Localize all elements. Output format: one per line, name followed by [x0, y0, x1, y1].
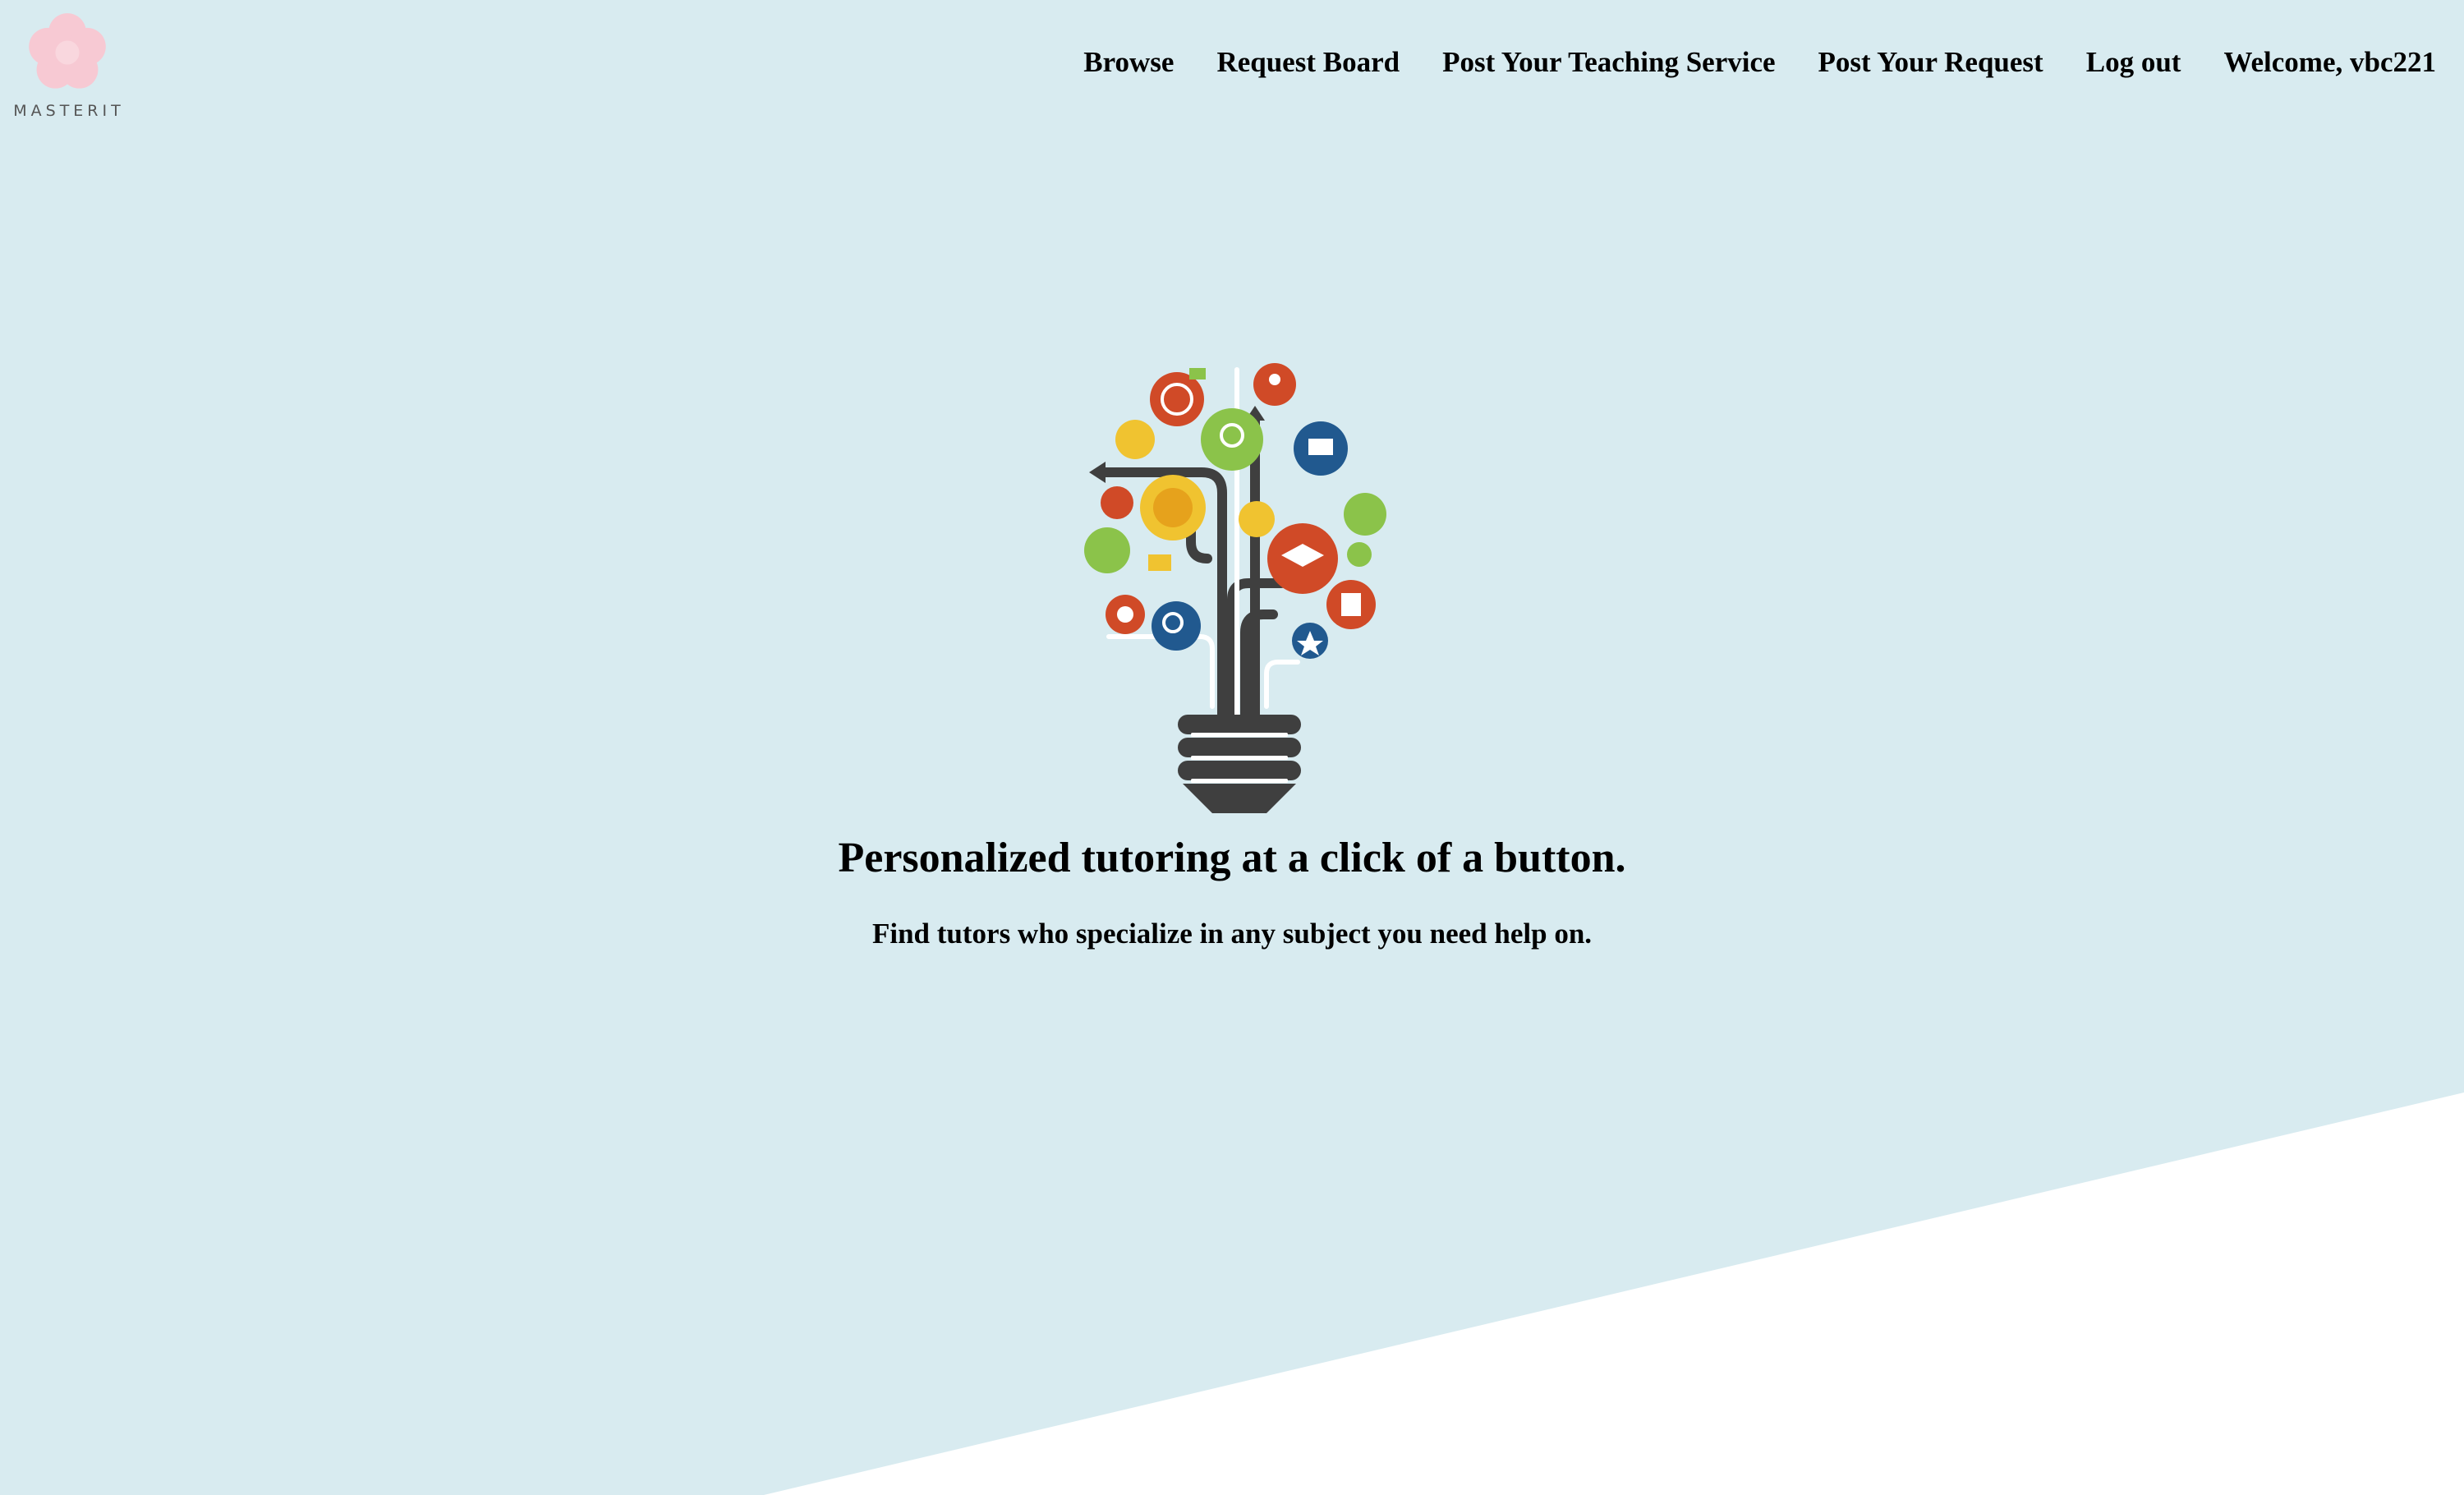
nav-request-board[interactable]: Request Board — [1216, 46, 1400, 79]
lightbulb-education-tree-icon — [1084, 363, 1386, 813]
nav-welcome-user[interactable]: Welcome, vbc221 — [2223, 46, 2436, 79]
brand-logo[interactable]: MASTERIT — [11, 10, 126, 125]
nav-log-out[interactable]: Log out — [2086, 46, 2181, 79]
main-nav: Browse Request Board Post Your Teaching … — [1083, 46, 2436, 79]
brand-name: MASTERIT — [13, 102, 125, 120]
nav-post-request[interactable]: Post Your Request — [1818, 46, 2043, 79]
nav-browse[interactable]: Browse — [1083, 46, 1174, 79]
hero-subheadline: Find tutors who specialize in any subjec… — [871, 918, 1593, 950]
nav-post-teaching-service[interactable]: Post Your Teaching Service — [1442, 46, 1775, 79]
hero-headline: Personalized tutoring at a click of a bu… — [838, 835, 1626, 881]
flower-logo-icon — [29, 13, 106, 89]
